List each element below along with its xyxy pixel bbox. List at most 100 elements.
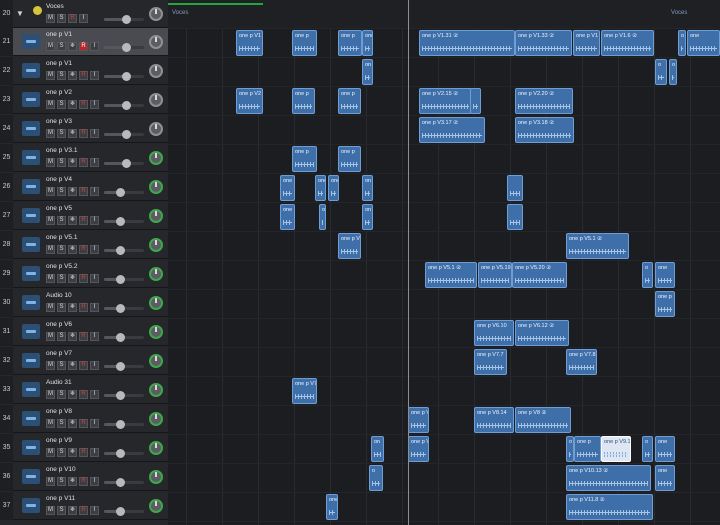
audio-region[interactable]: on [362, 204, 373, 230]
volume-fader[interactable] [104, 101, 144, 110]
audio-region[interactable]: one [319, 204, 326, 230]
audio-region[interactable]: one [280, 175, 295, 201]
mute-button[interactable]: M [46, 100, 55, 109]
input-monitor-button[interactable]: I [90, 361, 99, 370]
mute-button[interactable]: M [46, 216, 55, 225]
record-button[interactable]: R [79, 448, 88, 457]
solo-button[interactable]: S [57, 158, 66, 167]
track-name[interactable]: one p V9 [46, 437, 72, 444]
solo-button[interactable]: S [57, 506, 66, 515]
solo-button[interactable]: S [57, 477, 66, 486]
track-name[interactable]: one p V11 [46, 495, 75, 502]
track-name[interactable]: Voces [46, 3, 64, 10]
mute-button[interactable]: M [46, 187, 55, 196]
track-header[interactable]: 29 one p V5.2 M S ❄ R I [0, 260, 168, 288]
track-name[interactable]: one p V5 [46, 205, 72, 212]
solo-button[interactable]: S [57, 245, 66, 254]
freeze-button[interactable]: ❄ [68, 506, 77, 515]
audio-region[interactable]: one [655, 436, 675, 462]
pan-knob[interactable] [149, 122, 163, 136]
record-button[interactable]: R [79, 419, 88, 428]
input-monitor-button[interactable]: I [90, 129, 99, 138]
audio-region[interactable]: one p [574, 436, 601, 462]
audio-region[interactable]: one p V11.8 ② [566, 494, 653, 520]
audio-region[interactable]: one p V [408, 436, 429, 462]
volume-fader[interactable] [104, 304, 144, 313]
solo-button[interactable]: S [57, 14, 66, 23]
freeze-button[interactable]: ❄ [68, 100, 77, 109]
freeze-button[interactable]: ❄ [68, 158, 77, 167]
input-monitor-button[interactable]: I [90, 332, 99, 341]
mute-button[interactable]: M [46, 303, 55, 312]
track-header[interactable]: 24 one p V3 M S ❄ R I [0, 115, 168, 143]
audio-region[interactable] [507, 204, 523, 230]
audio-region[interactable]: one p [292, 88, 315, 114]
freeze-button[interactable]: ❄ [68, 245, 77, 254]
disclosure-triangle-icon[interactable]: ▼ [16, 9, 24, 18]
solo-button[interactable]: S [57, 390, 66, 399]
track-header[interactable]: 30 Audio 10 M S ❄ R I [0, 289, 168, 317]
track-header[interactable]: 35 one p V9 M S ❄ R I [0, 434, 168, 462]
record-button[interactable]: R [79, 216, 88, 225]
audio-region[interactable]: o [678, 30, 686, 56]
audio-region[interactable]: one [328, 175, 339, 201]
pan-knob[interactable] [149, 64, 163, 78]
pan-knob[interactable] [149, 412, 163, 426]
audio-region[interactable]: one [655, 262, 675, 288]
volume-fader[interactable] [104, 391, 144, 400]
audio-region[interactable]: one p V5.19 [478, 262, 512, 288]
solo-button[interactable]: S [57, 419, 66, 428]
audio-region[interactable]: one p V1.33 ② [515, 30, 572, 56]
audio-region[interactable]: one p V10.13 ② [566, 465, 651, 491]
pan-knob[interactable] [149, 151, 163, 165]
audio-region[interactable]: one p [338, 88, 361, 114]
audio-region[interactable]: on [362, 59, 373, 85]
solo-button[interactable]: S [57, 274, 66, 283]
audio-region[interactable]: one p V7.7 [474, 349, 507, 375]
input-monitor-button[interactable]: I [90, 71, 99, 80]
track-name[interactable]: one p V8 [46, 408, 72, 415]
freeze-button[interactable]: ❄ [68, 390, 77, 399]
track-name[interactable]: one p V7 [46, 350, 72, 357]
record-button[interactable]: R [79, 100, 88, 109]
audio-region[interactable]: one p V2.20 ② [515, 88, 573, 114]
input-monitor-button[interactable]: I [90, 506, 99, 515]
audio-region[interactable]: one p [292, 146, 317, 172]
audio-region[interactable]: o [669, 59, 677, 85]
volume-fader[interactable] [104, 217, 144, 226]
pan-knob[interactable] [149, 238, 163, 252]
audio-region[interactable]: one [687, 30, 720, 56]
record-button[interactable]: R [79, 158, 88, 167]
volume-fader[interactable] [104, 333, 144, 342]
record-button[interactable]: R [79, 187, 88, 196]
track-name[interactable]: one p V1 [46, 31, 72, 38]
track-header[interactable]: 28 one p V5.1 M S ❄ R I [0, 231, 168, 259]
audio-region[interactable]: one p V1 [236, 30, 263, 56]
track-header[interactable]: 36 one p V10 M S ❄ R I [0, 463, 168, 491]
volume-fader[interactable] [104, 478, 144, 487]
input-monitor-button[interactable]: I [90, 100, 99, 109]
pan-knob[interactable] [149, 267, 163, 281]
arrange-area[interactable]: Voces Voces one p V1 one p one p one one p V… [168, 0, 720, 525]
input-monitor-button[interactable]: I [79, 14, 88, 23]
input-monitor-button[interactable]: I [90, 274, 99, 283]
mute-button[interactable]: M [46, 448, 55, 457]
record-button[interactable]: R [79, 129, 88, 138]
mute-button[interactable]: M [46, 71, 55, 80]
freeze-button[interactable]: ❄ [68, 303, 77, 312]
audio-region[interactable]: on [362, 175, 373, 201]
audio-region[interactable]: one [655, 465, 675, 491]
audio-region[interactable] [470, 88, 481, 114]
track-header[interactable]: 25 one p V3.1 M S ❄ R I [0, 144, 168, 172]
volume-fader[interactable] [104, 43, 144, 52]
track-header[interactable]: 26 one p V4 M S ❄ R I [0, 173, 168, 201]
input-monitor-button[interactable]: I [90, 419, 99, 428]
record-button[interactable]: R [79, 71, 88, 80]
audio-region[interactable]: o [566, 436, 574, 462]
freeze-button[interactable]: ❄ [68, 129, 77, 138]
input-monitor-button[interactable]: I [90, 303, 99, 312]
solo-button[interactable]: S [57, 448, 66, 457]
audio-region[interactable]: one p V7.8 [566, 349, 597, 375]
mute-button[interactable]: M [46, 274, 55, 283]
freeze-button[interactable]: ❄ [68, 419, 77, 428]
